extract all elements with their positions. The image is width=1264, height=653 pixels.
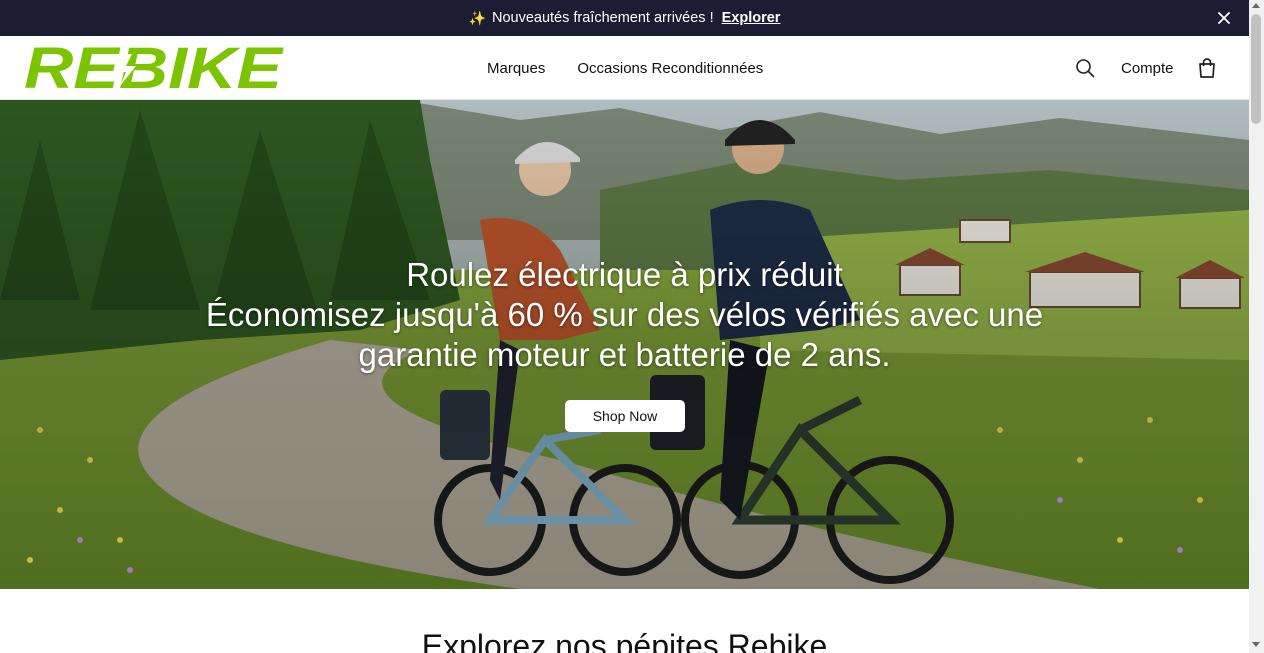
hero-subtitle-line1: Économisez jusqu'à 60 % sur des vélos vé…	[205, 296, 1044, 333]
site-header: REBIKE Marques Occasions Reconditionnées…	[0, 36, 1249, 100]
explore-link[interactable]: Explorer	[722, 10, 781, 26]
hero-banner: Roulez électrique à prix réduit Économis…	[0, 100, 1249, 589]
main-nav: Marques Occasions Reconditionnées	[487, 36, 763, 100]
account-link[interactable]: Compte	[1121, 36, 1174, 100]
scroll-up-arrow-icon[interactable]	[1252, 3, 1260, 8]
section-title: Explorez nos pépites Rebike	[421, 628, 828, 653]
sparkle-icon: ✨	[468, 9, 486, 26]
scrollbar-thumb[interactable]	[1251, 14, 1261, 124]
hero-title: Roulez électrique à prix réduit	[406, 256, 843, 293]
close-icon[interactable]	[1215, 9, 1233, 27]
search-icon[interactable]	[1075, 58, 1095, 78]
hero-headline: Roulez électrique à prix réduit Économis…	[0, 255, 1249, 375]
scroll-down-arrow-icon[interactable]	[1252, 642, 1260, 647]
cart-bag-icon[interactable]	[1198, 58, 1216, 78]
rebike-logo[interactable]: REBIKE	[24, 42, 284, 94]
shop-now-button[interactable]: Shop Now	[565, 400, 685, 432]
announcement-text: Nouveautés fraîchement arrivées !	[491, 10, 714, 26]
svg-text:REBIKE: REBIKE	[24, 42, 284, 94]
nav-item-occasions[interactable]: Occasions Reconditionnées	[577, 60, 763, 77]
announcement-bar: ✨ Nouveautés fraîchement arrivées ! Expl…	[0, 0, 1249, 36]
nav-item-marques[interactable]: Marques	[487, 60, 545, 77]
hero-subtitle-line2: garantie moteur et batterie de 2 ans.	[358, 336, 891, 373]
